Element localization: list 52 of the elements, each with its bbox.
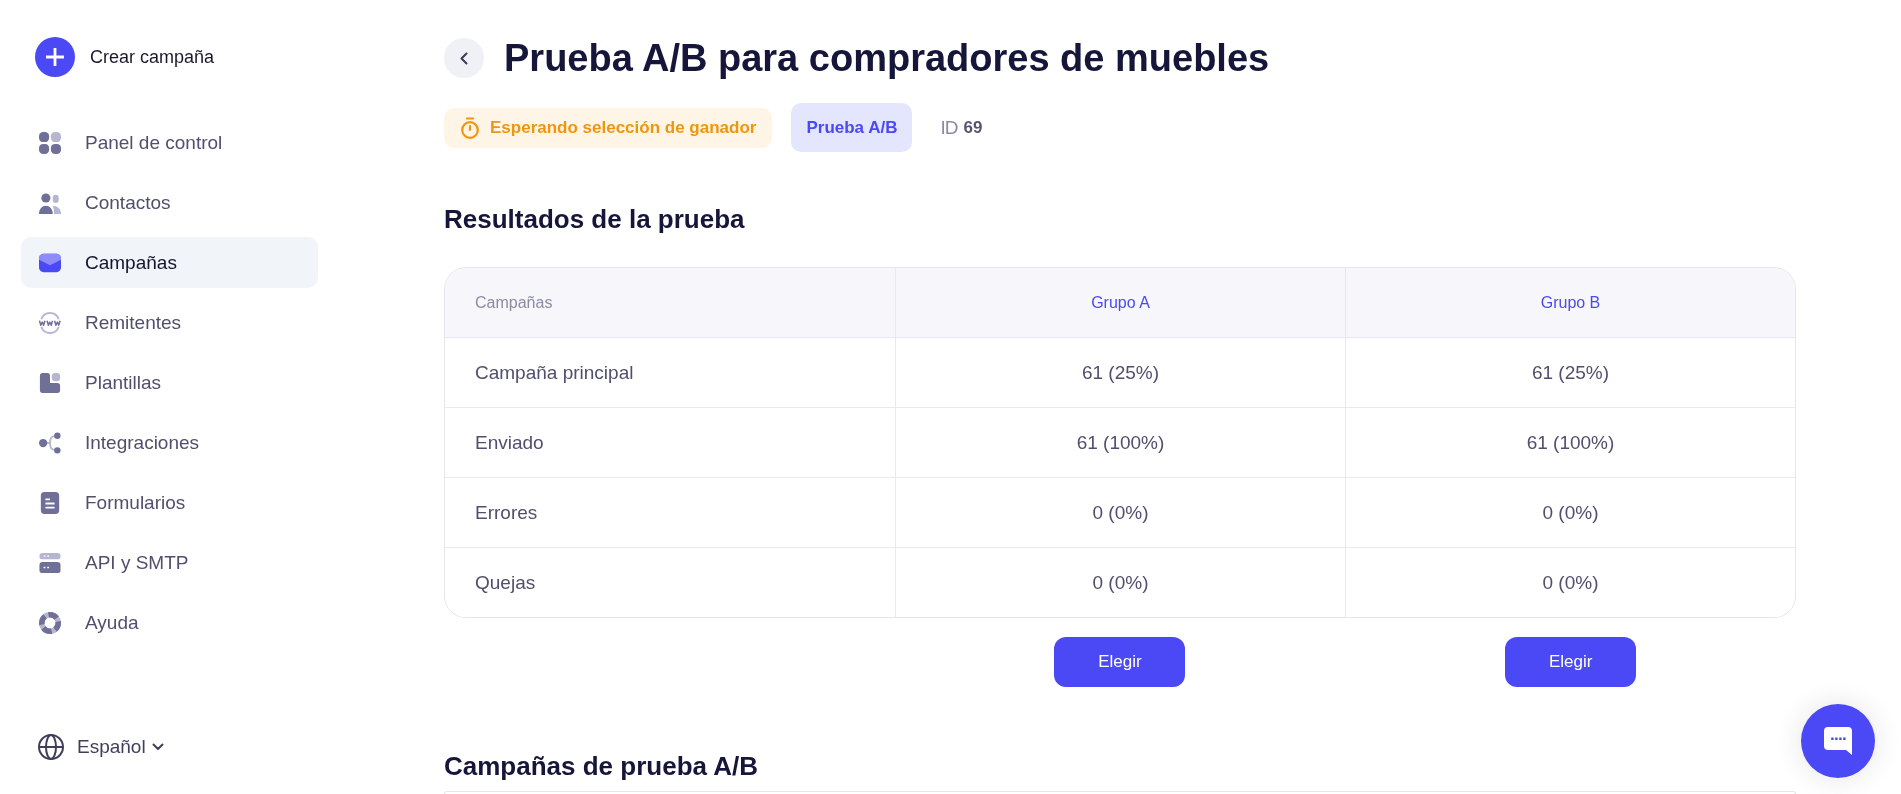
chevron-down-icon [151,743,164,751]
sidebar-item-label: Contactos [85,191,171,214]
section-heading: Campañas de prueba A/B [444,750,759,782]
sidebar-item[interactable]: Formularios [21,477,318,528]
row-label: Enviado [474,430,545,455]
sidebar-item[interactable]: Remitentes [21,297,318,348]
people-icon [39,191,61,214]
sidebar-item[interactable]: Panel de control [21,117,318,168]
lifebuoy-icon [39,611,61,634]
sidebar-item-label: Plantillas [85,371,162,394]
sidebar-item-label: Campañas [85,251,177,274]
choose-button[interactable]: Elegir [1054,637,1186,687]
row-label: Errores [474,500,539,525]
sidebar-item[interactable]: Contactos [21,177,318,228]
sidebar-item[interactable]: Campañas [21,237,318,288]
grid-icon [39,131,61,154]
sidebar-item-label: Remitentes [85,311,182,334]
id-label: ID [940,116,958,139]
globe-icon [38,734,64,760]
server-icon [39,551,61,574]
table-cell: 0 (0%) [1345,548,1795,617]
page-title: Prueba A/B para compradores de muebles [504,36,1270,81]
language-selector[interactable]: Español [38,734,164,760]
test-type-tag: Prueba A/B [791,103,913,152]
sidebar-item[interactable]: Plantillas [21,357,318,408]
table-cell: 0 (0%) [895,548,1345,617]
sidebar-item-label: API y SMTP [85,551,189,574]
sidebar-item[interactable]: Integraciones [21,417,318,468]
sidebar-item-label: Ayuda [85,611,139,634]
sidebar-item[interactable]: API y SMTP [21,537,318,588]
share-nodes-icon [39,431,61,454]
choose-button[interactable]: Elegir [1505,637,1637,687]
column-header: Campañas [474,292,554,313]
chat-icon [1823,726,1853,756]
sidebar-item-label: Panel de control [85,131,223,154]
document-icon [39,491,61,514]
template-icon [39,371,61,394]
status-badge: Esperando selección de ganador [444,107,773,148]
sidebar-item-label: Formularios [85,491,186,514]
sidebar-item[interactable]: Ayuda [21,597,318,648]
stopwatch-icon [460,116,480,139]
language-label: Español [77,736,146,758]
globe-icon [39,311,61,334]
section-heading: Resultados de la prueba [444,203,746,235]
row-label: Quejas [474,570,537,595]
id-value: 69 [963,117,983,138]
sidebar-item-label: Integraciones [85,431,200,454]
chevron-left-icon [460,51,468,65]
create-campaign-button[interactable]: Crear campaña [35,37,215,77]
plus-icon [35,37,75,77]
envelope-icon [39,251,61,274]
row-label: Campaña principal [474,360,635,385]
